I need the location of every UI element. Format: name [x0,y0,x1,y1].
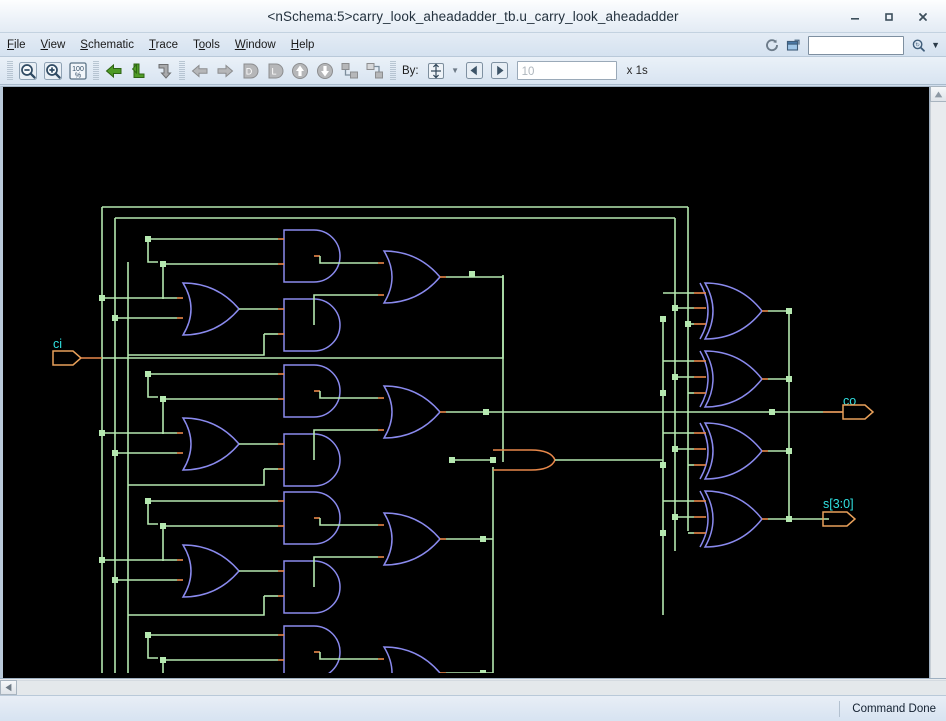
or-gate[interactable] [183,418,239,470]
toolbar-separator [179,61,185,81]
toolbar-separator [390,61,396,81]
status-message: Command Done [852,703,936,715]
and-gate[interactable] [284,492,340,544]
and-gate[interactable] [284,299,340,351]
or-gate[interactable] [384,513,440,565]
menu-file[interactable]: File [0,36,34,54]
menu-window[interactable]: Window [228,36,284,54]
and-gate[interactable] [284,626,340,673]
step-unit-label: x 1s [627,65,648,77]
vertical-scrollbar[interactable] [929,86,946,678]
input-port-ci-label: ci [53,337,62,351]
scroll-left-arrow-icon[interactable] [0,680,17,695]
minimize-button[interactable] [838,4,872,30]
adder-block-3 [99,492,493,615]
or-gate[interactable] [183,283,239,335]
window-title: <nSchema:5>carry_look_aheadadder_tb.u_ca… [267,9,678,24]
zoom-in-button[interactable] [41,59,65,83]
refresh-icon[interactable] [762,36,781,55]
svg-text:%: % [75,72,81,79]
menu-search-box[interactable] [808,36,904,55]
menu-search-input[interactable] [809,38,903,55]
status-divider [839,701,840,717]
and-gate[interactable] [284,365,340,417]
xor-gate[interactable] [700,423,762,479]
and-gate[interactable] [284,434,340,486]
menu-view[interactable]: View [34,36,74,54]
restore-window-icon[interactable] [784,36,803,55]
step-size-field[interactable] [517,61,617,80]
and-gate[interactable] [284,230,340,282]
expand-hierarchy-button[interactable] [338,59,362,83]
and-gate[interactable] [284,561,340,613]
horizontal-scroll-track[interactable] [17,680,946,695]
application-window: <nSchema:5>carry_look_aheadadder_tb.u_ca… [0,0,946,721]
prev-button[interactable] [463,59,487,83]
toolbar-separator [7,61,13,81]
zoom-out-button[interactable] [16,59,40,83]
menu-bar-right-tools: ↻ ▼ [762,33,944,57]
schematic-svg: .w { stroke:#b5e8b0; stroke-width:1.6; f… [3,87,923,673]
menu-file-label: ile [14,39,26,51]
trace-up-button[interactable] [127,59,151,83]
svg-text:L: L [271,66,276,76]
xor-gate[interactable] [700,491,762,547]
status-bar: Command Done [0,695,946,721]
search-zoom-icon[interactable]: ↻ [909,36,928,55]
next-button[interactable] [488,59,512,83]
chevron-down-icon[interactable]: ▼ [931,40,944,50]
toolbar-separator [93,61,99,81]
load-button[interactable]: L [263,59,287,83]
xor-output-column [660,207,829,615]
xor-gate[interactable] [700,351,762,407]
or-gate[interactable] [183,545,239,597]
close-button[interactable] [906,4,940,30]
scroll-up-arrow-icon[interactable] [930,86,946,102]
bus-rails [102,207,688,673]
horizontal-scrollbar[interactable] [0,678,946,695]
up-level-button[interactable] [288,59,312,83]
title-bar: <nSchema:5>carry_look_aheadadder_tb.u_ca… [0,0,946,33]
svg-text:D: D [246,66,253,76]
or-gate[interactable] [384,386,440,438]
merge-node[interactable] [449,450,663,470]
output-port-co[interactable]: co [823,394,873,419]
adder-block-4 [99,467,493,673]
pan-left-button[interactable] [188,59,212,83]
menu-tools[interactable]: Tools [186,36,228,54]
trace-back-button[interactable] [102,59,126,83]
adder-block-2 [99,365,843,486]
driver-button[interactable]: D [238,59,262,83]
output-port-co-label: co [843,394,856,408]
output-port-s-label: s[3:0] [823,497,854,511]
menu-trace[interactable]: Trace [142,36,186,54]
step-size-input[interactable] [518,64,616,81]
maximize-button[interactable] [872,4,906,30]
step-mode-chevron-down-icon[interactable]: ▼ [449,66,462,75]
vertical-scroll-track[interactable] [930,102,946,678]
step-by-label: By: [402,65,419,77]
menu-help[interactable]: Help [284,36,323,54]
zoom-100-button[interactable]: 100 % [66,59,90,83]
adder-block-1 [99,230,503,462]
window-controls [838,0,940,33]
xor-gate[interactable] [700,283,762,339]
trace-down-button[interactable] [152,59,176,83]
or-gate[interactable] [384,647,440,673]
down-level-button[interactable] [313,59,337,83]
collapse-hierarchy-button[interactable] [363,59,387,83]
pan-right-button[interactable] [213,59,237,83]
svg-text:↻: ↻ [915,42,920,48]
output-port-s[interactable]: s[3:0] [823,497,855,526]
menu-bar: File View Schematic Trace Tools Window H… [0,33,946,57]
step-mode-icon[interactable] [424,59,448,83]
menu-schematic[interactable]: Schematic [73,36,142,54]
or-gate[interactable] [384,251,440,303]
toolbar: 100 % [0,57,946,85]
schematic-canvas[interactable]: .w { stroke:#b5e8b0; stroke-width:1.6; f… [0,86,929,678]
schematic-drawing[interactable]: .w { stroke:#b5e8b0; stroke-width:1.6; f… [3,87,929,678]
schematic-area: .w { stroke:#b5e8b0; stroke-width:1.6; f… [0,85,946,678]
input-port-ci[interactable]: ci [53,275,503,365]
